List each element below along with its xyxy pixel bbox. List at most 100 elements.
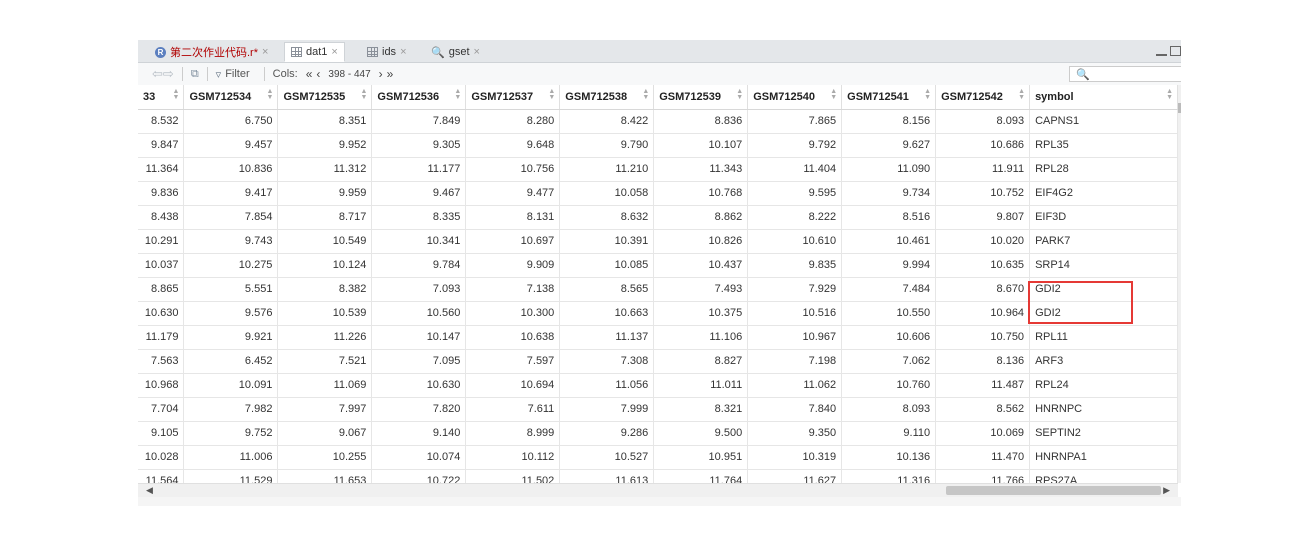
cols-range: 398 - 447: [328, 68, 371, 80]
column-header[interactable]: GSM712536 ▲ ▼: [371, 85, 467, 110]
filter-button[interactable]: ▿ Filter: [216, 68, 250, 81]
value-cell: 7.840: [747, 397, 843, 422]
last-cols-button[interactable]: »: [387, 67, 394, 81]
header-row: 33 ▲ ▼ GSM712534 ▲ ▼ GSM712535 ▲ ▼ GSM712536 ▲ ▼ GSM…: [138, 85, 1178, 110]
sort-icon[interactable]: ▲ ▼: [454, 88, 461, 101]
search-input[interactable]: 🔍: [1069, 66, 1181, 82]
value-cell: 7.854: [183, 205, 279, 230]
scroll-left-icon[interactable]: ◀: [146, 484, 153, 497]
value-cell: 7.597: [465, 349, 561, 374]
value-cell: 10.606: [841, 325, 937, 350]
value-cell: 11.011: [653, 373, 749, 398]
sort-icon[interactable]: ▲ ▼: [360, 88, 367, 101]
popout-icon[interactable]: ⧉: [191, 68, 199, 81]
value-cell: 6.750: [183, 109, 279, 134]
value-cell: 10.697: [465, 229, 561, 254]
forward-icon[interactable]: ⇨: [163, 66, 174, 82]
sort-icon[interactable]: ▲ ▼: [736, 88, 743, 101]
value-cell: 10.663: [559, 301, 655, 326]
sort-icon[interactable]: ▲ ▼: [830, 88, 837, 101]
table-row: 7.563 6.452 7.521 7.095 7.597 7.308 8.827 7.198…: [138, 349, 1178, 374]
column-header[interactable]: GSM712534 ▲ ▼: [183, 85, 279, 110]
sort-icon[interactable]: ▲ ▼: [1018, 88, 1025, 101]
column-header-label: GSM712536: [377, 90, 440, 103]
value-cell: 7.095: [371, 349, 467, 374]
value-cell: 8.093: [935, 109, 1031, 134]
value-cell: 10.319: [747, 445, 843, 470]
value-cell: 9.457: [183, 133, 279, 158]
table-row: 10.630 9.576 10.539 10.560 10.300 10.663 10.37…: [138, 301, 1178, 326]
column-header-label: GSM712538: [565, 90, 628, 103]
column-header-label: GSM712537: [471, 90, 534, 103]
value-cell: 11.911: [935, 157, 1031, 182]
tab-gset[interactable]: 🔍 gset ×: [424, 42, 487, 62]
sort-icon[interactable]: ▲ ▼: [173, 88, 180, 101]
maximize-icon[interactable]: [1170, 46, 1181, 56]
back-icon[interactable]: ⇦: [152, 66, 163, 82]
close-icon[interactable]: ×: [474, 46, 480, 58]
value-cell: 9.105: [138, 421, 185, 446]
sort-icon[interactable]: ▲ ▼: [267, 88, 274, 101]
next-cols-button[interactable]: ›: [379, 67, 383, 81]
scroll-right-icon[interactable]: ▶: [1163, 484, 1170, 497]
value-cell: 11.364: [138, 157, 185, 182]
column-header[interactable]: GSM712539 ▲ ▼: [653, 85, 749, 110]
column-header[interactable]: GSM712538 ▲ ▼: [559, 85, 655, 110]
sort-icon[interactable]: ▲ ▼: [924, 88, 931, 101]
value-cell: 8.335: [371, 205, 467, 230]
value-cell: 7.093: [371, 277, 467, 302]
value-cell: 9.350: [747, 421, 843, 446]
value-cell: 10.750: [935, 325, 1031, 350]
symbol-cell: SEPTIN2: [1029, 421, 1178, 446]
value-cell: 10.074: [371, 445, 467, 470]
value-cell: 7.062: [841, 349, 937, 374]
value-cell: 10.020: [935, 229, 1031, 254]
value-cell: 9.110: [841, 421, 937, 446]
column-header[interactable]: GSM712541 ▲ ▼: [841, 85, 937, 110]
table-row: 11.564 11.529 11.653 10.722 11.502 11.613 11.7…: [138, 469, 1178, 483]
column-header[interactable]: GSM712535 ▲ ▼: [277, 85, 373, 110]
sort-icon[interactable]: ▲ ▼: [642, 88, 649, 101]
column-header[interactable]: GSM712537 ▲ ▼: [465, 85, 561, 110]
value-cell: 8.136: [935, 349, 1031, 374]
close-icon[interactable]: ×: [262, 46, 268, 58]
symbol-cell: SRP14: [1029, 253, 1178, 278]
column-header[interactable]: GSM712542 ▲ ▼: [935, 85, 1031, 110]
toolbar: ⇦ ⇨ ⧉ ▿ Filter Cols: « ‹ 398 - 447 › » 🔍: [138, 63, 1181, 86]
value-cell: 11.210: [559, 157, 655, 182]
vertical-scroll-thumb[interactable]: [1178, 103, 1181, 113]
column-header[interactable]: GSM712540 ▲ ▼: [747, 85, 843, 110]
value-cell: 11.653: [277, 469, 373, 483]
horizontal-scrollbar[interactable]: ◀ ▶: [138, 483, 1178, 497]
tab-r-script[interactable]: R 第二次作业代码.r* ×: [148, 42, 275, 62]
value-cell: 6.452: [183, 349, 279, 374]
tab-dat1[interactable]: dat1 ×: [284, 42, 345, 62]
filter-icon: ▿: [215, 68, 222, 81]
table-body: 8.532 6.750 8.351 7.849 8.280 8.422 8.836 7.865…: [138, 109, 1178, 483]
prev-cols-button[interactable]: ‹: [316, 67, 320, 81]
sort-icon[interactable]: ▲ ▼: [1166, 88, 1173, 101]
close-icon[interactable]: ×: [331, 46, 337, 58]
minimize-icon[interactable]: [1156, 48, 1167, 56]
value-cell: 10.300: [465, 301, 561, 326]
close-icon[interactable]: ×: [400, 46, 406, 58]
search-icon: 🔍: [431, 46, 445, 59]
value-cell: 8.532: [138, 109, 185, 134]
value-cell: 10.028: [138, 445, 185, 470]
column-header[interactable]: 33 ▲ ▼: [138, 85, 185, 110]
value-cell: 7.198: [747, 349, 843, 374]
value-cell: 10.147: [371, 325, 467, 350]
column-header[interactable]: symbol ▲ ▼: [1029, 85, 1178, 110]
value-cell: 11.226: [277, 325, 373, 350]
data-viewer-pane: R 第二次作业代码.r* × dat1 × ids × 🔍 gset × ⇦ ⇨: [138, 40, 1181, 506]
first-cols-button[interactable]: «: [306, 67, 313, 81]
value-cell: 8.222: [747, 205, 843, 230]
value-cell: 10.136: [841, 445, 937, 470]
vertical-scrollbar[interactable]: [1178, 85, 1181, 483]
value-cell: 9.847: [138, 133, 185, 158]
tab-bar: R 第二次作业代码.r* × dat1 × ids × 🔍 gset ×: [138, 40, 1181, 63]
table-row: 10.968 10.091 11.069 10.630 10.694 11.056 11.0…: [138, 373, 1178, 398]
tab-ids[interactable]: ids ×: [360, 42, 414, 62]
sort-icon[interactable]: ▲ ▼: [548, 88, 555, 101]
horizontal-scroll-thumb[interactable]: [946, 486, 1161, 495]
